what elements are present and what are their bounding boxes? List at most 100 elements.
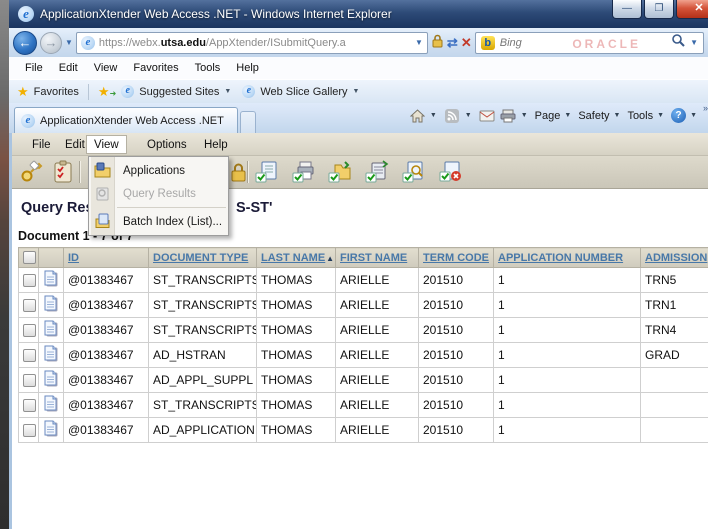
browser-menu-view[interactable]: View: [86, 59, 126, 77]
row-checkbox[interactable]: [23, 349, 36, 362]
doc-icon-header: [39, 248, 64, 268]
cell-document-type: ST_TRANSCRIPTS: [149, 293, 257, 318]
batch-list-selected-icon[interactable]: [363, 159, 389, 185]
rss-dropdown-icon[interactable]: ▼: [465, 112, 472, 119]
title-bar[interactable]: e ApplicationXtender Web Access .NET - W…: [9, 0, 708, 28]
menu-item-label: Batch Index (List)...: [123, 216, 222, 228]
print-dropdown-icon[interactable]: ▼: [521, 112, 528, 119]
app-menu-view[interactable]: View: [86, 135, 127, 154]
home-dropdown-icon[interactable]: ▼: [430, 112, 437, 119]
cell-id[interactable]: @01383467: [64, 368, 149, 393]
col-header-term-code[interactable]: TERM CODE: [419, 248, 494, 268]
page-dropdown-icon[interactable]: ▼: [564, 112, 571, 119]
address-dropdown-icon[interactable]: ▼: [415, 38, 423, 47]
forward-button[interactable]: →: [40, 32, 62, 54]
cell-document-type: AD_HSTRAN: [149, 343, 257, 368]
row-checkbox[interactable]: [23, 274, 36, 287]
toolbar-overflow-icon[interactable]: »: [703, 103, 708, 113]
browser-menu-tools[interactable]: Tools: [187, 59, 229, 77]
export-selected-icon[interactable]: [326, 159, 352, 185]
page-menu-button[interactable]: Page: [535, 110, 561, 122]
document-icon[interactable]: [43, 326, 59, 340]
new-query-icon[interactable]: [50, 159, 76, 185]
app-menu-options[interactable]: Options: [140, 135, 194, 154]
suggested-sites-dropdown-icon[interactable]: ▼: [224, 88, 231, 95]
app-menu-help[interactable]: Help: [197, 135, 235, 154]
document-icon[interactable]: [43, 401, 59, 415]
app-menu-bar: File Edit View Options Help: [12, 133, 708, 156]
search-magnifier-icon[interactable]: [671, 33, 685, 52]
address-bar[interactable]: e https://webx.utsa.edu/AppXtender/ISubm…: [76, 32, 428, 54]
cell-id[interactable]: @01383467: [64, 418, 149, 443]
select-all-checkbox[interactable]: [23, 251, 36, 264]
divider: [88, 84, 89, 100]
col-header-admission[interactable]: ADMISSION: [641, 248, 708, 268]
print-icon[interactable]: [500, 108, 517, 123]
home-icon[interactable]: [409, 108, 426, 123]
safety-menu-button[interactable]: Safety: [578, 110, 609, 122]
browser-menu-edit[interactable]: Edit: [51, 59, 86, 77]
search-box[interactable]: b Bing ORACLE ▼: [475, 32, 704, 54]
delete-selected-icon[interactable]: [437, 159, 463, 185]
cell-id[interactable]: @01383467: [64, 393, 149, 418]
cell-id[interactable]: @01383467: [64, 343, 149, 368]
security-lock-icon[interactable]: [431, 34, 444, 52]
cell-first-name: ARIELLE: [336, 318, 419, 343]
read-mail-icon[interactable]: [479, 108, 496, 123]
print-selected-icon[interactable]: [290, 159, 316, 185]
col-header-id[interactable]: ID: [64, 248, 149, 268]
help-dropdown-icon[interactable]: ▼: [690, 112, 697, 119]
row-checkbox[interactable]: [23, 324, 36, 337]
new-tab-stub[interactable]: [240, 111, 256, 133]
browser-tab[interactable]: e ApplicationXtender Web Access .NET: [14, 107, 238, 133]
menu-item-batch-index-list[interactable]: Batch Index (List)...: [89, 210, 228, 233]
document-icon[interactable]: [43, 301, 59, 315]
logout-key-icon[interactable]: [18, 159, 44, 185]
menu-item-applications[interactable]: Applications: [89, 159, 228, 182]
menu-divider: [117, 207, 226, 208]
maximize-button[interactable]: ❐: [644, 0, 674, 19]
col-header-application-number[interactable]: APPLICATION NUMBER: [494, 248, 641, 268]
document-icon[interactable]: [43, 376, 59, 390]
tools-dropdown-icon[interactable]: ▼: [657, 112, 664, 119]
browser-menu-help[interactable]: Help: [228, 59, 267, 77]
browser-menu-file[interactable]: File: [17, 59, 51, 77]
minimize-button[interactable]: —: [612, 0, 642, 19]
url-text[interactable]: https://webx.utsa.edu/AppXtender/ISubmit…: [99, 37, 411, 49]
document-icon[interactable]: [43, 351, 59, 365]
stop-button[interactable]: ✕: [461, 35, 472, 51]
search-dropdown-icon[interactable]: ▼: [690, 38, 698, 47]
browser-menu-favorites[interactable]: Favorites: [125, 59, 186, 77]
row-checkbox[interactable]: [23, 424, 36, 437]
col-header-document-type[interactable]: DOCUMENT TYPE: [149, 248, 257, 268]
back-button[interactable]: ←: [13, 31, 37, 55]
cell-id[interactable]: @01383467: [64, 318, 149, 343]
document-icon[interactable]: [43, 276, 59, 290]
cell-last-name: THOMAS: [257, 393, 336, 418]
history-dropdown-icon[interactable]: ▼: [65, 38, 73, 47]
refresh-button[interactable]: ⇄: [447, 35, 458, 51]
rss-feed-icon[interactable]: [444, 108, 461, 123]
open-selected-document-icon[interactable]: [253, 159, 279, 185]
add-favorite-icon[interactable]: ★➜: [98, 84, 116, 100]
close-button[interactable]: ✕: [676, 0, 708, 19]
col-header-first-name[interactable]: FIRST NAME: [336, 248, 419, 268]
view-properties-selected-icon[interactable]: [400, 159, 426, 185]
cell-id[interactable]: @01383467: [64, 268, 149, 293]
web-slice-gallery-button[interactable]: Web Slice Gallery: [260, 86, 347, 98]
suggested-sites-button[interactable]: Suggested Sites: [139, 86, 219, 98]
table-header-row: ID DOCUMENT TYPE LAST NAME▲ FIRST NAME T…: [19, 248, 708, 268]
favorites-button[interactable]: Favorites: [34, 86, 79, 98]
app-menu-file[interactable]: File: [25, 135, 58, 154]
document-icon[interactable]: [43, 426, 59, 440]
menu-item-query-results[interactable]: Query Results: [89, 182, 228, 205]
row-checkbox[interactable]: [23, 374, 36, 387]
cell-id[interactable]: @01383467: [64, 293, 149, 318]
safety-dropdown-icon[interactable]: ▼: [614, 112, 621, 119]
col-header-last-name[interactable]: LAST NAME▲: [257, 248, 336, 268]
row-checkbox[interactable]: [23, 399, 36, 412]
row-checkbox[interactable]: [23, 299, 36, 312]
help-icon[interactable]: ?: [671, 108, 686, 123]
web-slice-dropdown-icon[interactable]: ▼: [353, 88, 360, 95]
tools-menu-button[interactable]: Tools: [627, 110, 653, 122]
